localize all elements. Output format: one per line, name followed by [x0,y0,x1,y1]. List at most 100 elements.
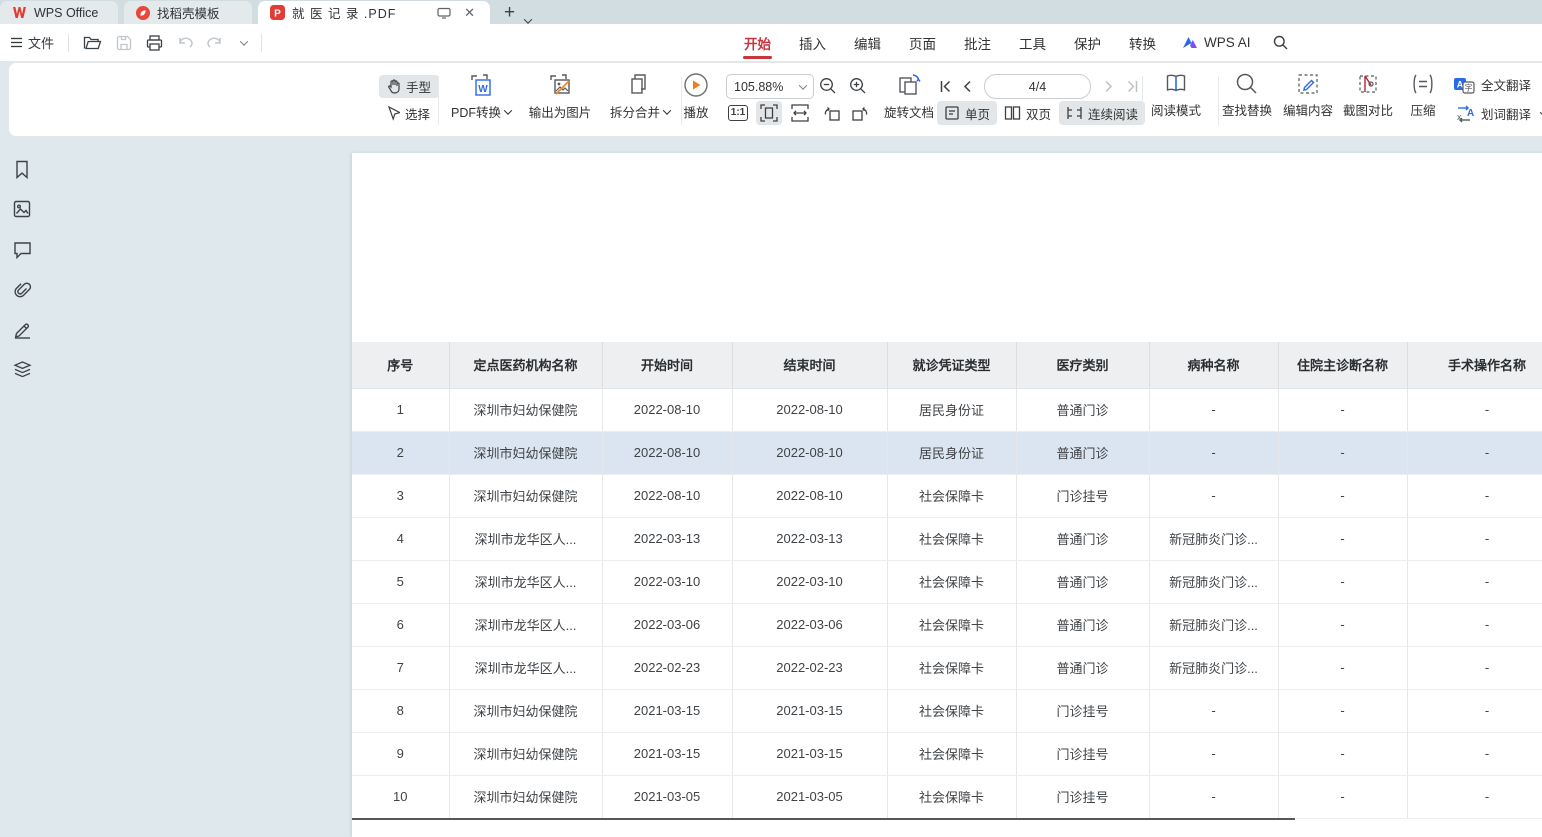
svg-text:x: x [1457,112,1462,122]
table-cell: - [1278,732,1407,775]
table-cell: 普通门诊 [1016,560,1149,603]
table-cell: 深圳市妇幼保健院 [449,474,602,517]
menu-search-icon[interactable] [1263,35,1298,50]
split-merge-button[interactable]: 拆分合并 [604,72,676,121]
pdf-convert-button[interactable]: W PDF转换 [446,72,516,121]
previous-page-button[interactable] [957,74,977,99]
svg-text:W: W [478,84,488,95]
table-row: 2深圳市妇幼保健院2022-08-102022-08-10居民身份证普通门诊--… [352,431,1542,474]
play-button[interactable]: 播放 [677,72,715,121]
single-page-button[interactable]: 单页 [937,101,997,125]
fit-page-button[interactable] [756,101,782,125]
zoom-level-value: 105.88% [734,80,783,94]
menu-tab-protect[interactable]: 保护 [1060,24,1115,61]
column-header: 医疗类别 [1016,342,1149,388]
table-cell: 2 [352,431,449,474]
next-page-button[interactable] [1099,74,1119,99]
open-file-icon[interactable] [83,35,102,50]
hand-icon [387,79,401,94]
tab-list-chevron-down-icon[interactable] [524,15,532,23]
menu-tab-wps-ai[interactable]: WPS AI [1170,35,1263,50]
last-page-button[interactable] [1122,74,1142,99]
menu-tab-convert[interactable]: 转换 [1115,24,1170,61]
quick-access-chevron-down-icon[interactable] [240,37,248,45]
divider [438,76,439,125]
first-page-button[interactable] [935,74,955,99]
thumbnail-icon[interactable] [13,200,31,218]
print-icon[interactable] [146,35,163,51]
menubar: 开始 插入 编辑 页面 批注 工具 保护 转换 WPS AI [730,24,1298,61]
continuous-reading-label: 连续阅读 [1088,104,1138,123]
export-image-button[interactable]: 输出为图片 [521,72,599,121]
column-header: 结束时间 [732,342,887,388]
table-cell: - [1278,431,1407,474]
signature-icon[interactable] [13,320,32,339]
menu-tab-home[interactable]: 开始 [730,24,785,61]
rotate-right-button[interactable] [847,101,873,125]
rotate-document-label: 旋转文档 [884,102,934,121]
table-cell: 2022-08-10 [732,431,887,474]
menu-tab-tools[interactable]: 工具 [1005,24,1060,61]
full-text-translate-button[interactable]: A 字 全文翻译 [1453,75,1531,94]
hand-tool-button[interactable]: 手型 [379,75,439,98]
layers-icon[interactable] [13,360,32,379]
table-cell: 深圳市龙华区人... [449,646,602,689]
table-cell: 深圳市龙华区人... [449,560,602,603]
select-tool-button[interactable]: 选择 [379,102,438,125]
word-translate-icon: x A [1453,105,1475,123]
table-header-row: 序号定点医药机构名称开始时间结束时间就诊凭证类型医疗类别病种名称住院主诊断名称手… [352,342,1542,388]
table-cell: 1 [352,388,449,431]
screenshot-compare-button[interactable]: 截图对比 [1340,72,1396,119]
menu-tab-comment[interactable]: 批注 [950,24,1005,61]
table-cell: - [1278,689,1407,732]
tab-docer-templates[interactable]: 找稻壳模板 [124,1,252,24]
table-cell: 居民身份证 [887,431,1016,474]
table-cell: 7 [352,646,449,689]
continuous-reading-button[interactable]: 连续阅读 [1059,101,1145,125]
close-tab-icon[interactable]: ✕ [461,6,478,19]
new-tab-button[interactable]: + [504,2,515,24]
menu-tab-page[interactable]: 页面 [895,24,950,61]
file-menu-button[interactable]: 文件 [10,33,54,52]
table-bottom-border [352,818,1295,820]
full-text-translate-icon: A 字 [1453,76,1475,94]
reading-mode-button[interactable]: 阅读模式 [1148,72,1204,119]
tab-label: 找稻壳模板 [157,3,220,22]
menu-tab-edit[interactable]: 编辑 [840,24,895,61]
zoom-out-button[interactable] [815,74,841,98]
zoom-level-select[interactable]: 105.88% [726,74,814,99]
find-replace-button[interactable]: 查找替换 [1219,72,1275,119]
tab-document-pdf[interactable]: P 就 医 记 录 .PDF ✕ [258,1,490,24]
table-cell: 5 [352,560,449,603]
present-on-monitor-icon[interactable] [434,7,454,19]
table-cell: 2021-03-15 [602,689,732,732]
table-row: 1深圳市妇幼保健院2022-08-102022-08-10居民身份证普通门诊--… [352,388,1542,431]
rotate-left-button[interactable] [819,101,845,125]
table-cell: - [1278,474,1407,517]
menu-tab-insert[interactable]: 插入 [785,24,840,61]
bookmark-icon[interactable] [13,160,31,179]
table-cell: 社会保障卡 [887,603,1016,646]
divider [1142,76,1143,125]
table-cell: - [1149,431,1278,474]
fit-width-button[interactable] [787,101,813,125]
table-cell: - [1407,689,1542,732]
compress-button[interactable]: 压缩 [1403,72,1443,119]
export-image-icon [547,72,573,98]
table-cell: 社会保障卡 [887,646,1016,689]
redo-icon[interactable] [207,36,223,50]
hamburger-icon [10,37,23,48]
edit-content-button[interactable]: 编辑内容 [1280,72,1336,119]
table-row: 7深圳市龙华区人...2022-02-232022-02-23社会保障卡普通门诊… [352,646,1542,689]
quick-access-toolbar: 文件 [0,33,262,52]
save-icon[interactable] [116,35,132,51]
table-cell: - [1278,560,1407,603]
zoom-in-button[interactable] [845,74,871,98]
undo-icon[interactable] [177,36,193,50]
word-translate-button[interactable]: x A 划词翻译 [1453,104,1542,123]
attachment-icon[interactable] [13,280,32,299]
comment-icon[interactable] [13,241,32,259]
tab-wps-office[interactable]: WPS Office [0,1,118,24]
actual-size-button[interactable]: 1:1 [725,101,751,125]
page-indicator-input[interactable]: 4/4 [984,74,1091,99]
